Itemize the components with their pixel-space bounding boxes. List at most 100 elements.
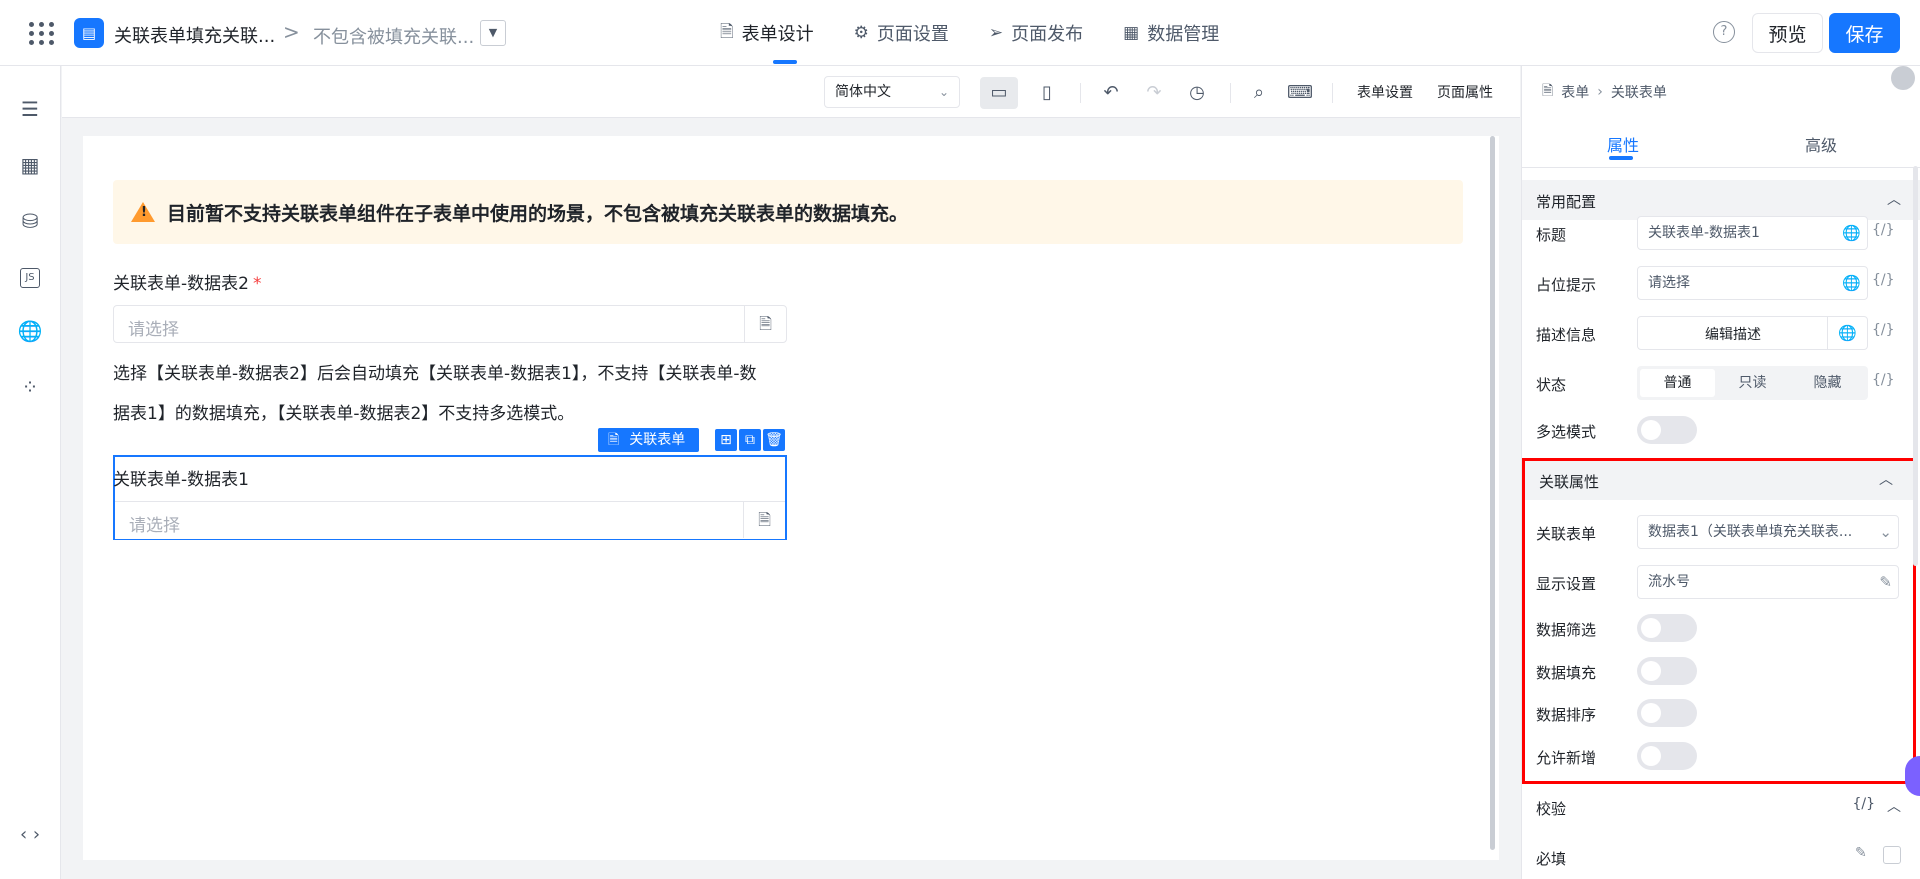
selected-component[interactable]: 关联表单-数据表1 请选择 🗎 — [113, 455, 787, 540]
copy-component-icon[interactable]: ⧉ — [739, 429, 761, 451]
language-select[interactable]: 简体中文 ⌄ — [824, 76, 960, 108]
breadcrumb: 🗎 表单 › 关联表单 — [1542, 80, 1667, 104]
panel-tabs: 属性 高级 — [1522, 118, 1920, 168]
toolbar-divider — [1230, 83, 1231, 103]
plugins-icon[interactable]: ⁘ — [17, 374, 43, 400]
globe-icon[interactable]: 🌐 — [1842, 217, 1861, 249]
page-properties-button[interactable]: 页面属性 — [1437, 82, 1493, 102]
save-button[interactable]: 保存 — [1829, 13, 1900, 53]
tab-label: 表单设计 — [741, 24, 814, 45]
keyboard-icon[interactable]: ⌨ — [1281, 77, 1319, 109]
components-grid-icon[interactable]: ▦ — [17, 152, 43, 178]
variable-binding-icon[interactable]: {/} — [1852, 796, 1875, 812]
redo-icon[interactable]: ↷ — [1135, 77, 1173, 109]
section-validation[interactable]: 校验 {/} ︿ — [1522, 787, 1920, 827]
data-source-icon[interactable]: ⛁ — [17, 208, 43, 234]
app-name[interactable]: 关联表单填充关联... — [114, 22, 275, 48]
toolbar-divider — [1332, 83, 1333, 103]
panel-scrollbar[interactable] — [1913, 166, 1918, 566]
select-placeholder: 请选择 — [128, 320, 179, 340]
variable-binding-icon[interactable]: {/} — [1872, 372, 1895, 388]
edit-description-button[interactable]: 编辑描述 🌐 — [1637, 316, 1868, 350]
status-label: 状态 — [1536, 376, 1567, 394]
placeholder-input[interactable]: 请选择 🌐 — [1637, 266, 1868, 300]
canvas-scrollbar[interactable] — [1490, 136, 1495, 850]
history-icon[interactable]: ◷ — [1178, 77, 1216, 109]
form-canvas: ! 目前暂不支持关联表单组件在子表单中使用的场景，不包含被填充关联表单的数据填充… — [83, 136, 1499, 860]
field-label-text: 关联表单-数据表2 — [113, 274, 249, 294]
required-checkbox[interactable] — [1883, 846, 1901, 864]
section-title: 校验 — [1536, 800, 1567, 818]
mobile-view-icon[interactable]: ▯ — [1028, 77, 1066, 109]
description-label: 描述信息 — [1536, 326, 1597, 344]
file-icon: 🗎 — [608, 432, 620, 448]
tab-data-management[interactable]: ▦ 数据管理 — [1103, 0, 1239, 66]
globe-icon[interactable]: 🌐 — [1827, 317, 1867, 349]
description-line: 选择【关联表单-数据表2】后会自动填充【关联表单-数据表1】，不支持【关联表单-… — [113, 364, 757, 384]
section-title: 常用配置 — [1536, 193, 1597, 211]
variable-binding-icon[interactable]: {/} — [1872, 222, 1895, 238]
status-segmented-control: 普通 只读 隐藏 — [1637, 366, 1868, 400]
document-icon[interactable]: 🗎 — [743, 502, 785, 538]
main-nav-tabs: 🗎 表单设计 ⚙ 页面设置 ➢ 页面发布 ▦ 数据管理 — [700, 0, 1239, 66]
assistant-float-button[interactable] — [1905, 756, 1920, 796]
field-label-table2: 关联表单-数据表2 * — [113, 269, 261, 294]
outline-tree-icon[interactable]: ☰ — [17, 96, 43, 122]
variable-binding-icon[interactable]: {/} — [1872, 272, 1895, 288]
js-icon[interactable]: JS — [20, 268, 40, 288]
tab-form-design[interactable]: 🗎 表单设计 — [700, 0, 834, 66]
status-readonly-option[interactable]: 只读 — [1715, 369, 1790, 397]
placeholder-value: 请选择 — [1648, 275, 1690, 291]
breadcrumb-item[interactable]: 表单 — [1561, 82, 1589, 102]
page-dropdown-button[interactable]: ▼ — [480, 20, 506, 46]
file-icon: 🗎 — [720, 21, 734, 42]
tab-advanced[interactable]: 高级 — [1805, 132, 1837, 156]
title-input[interactable]: 关联表单-数据表1 🌐 — [1637, 216, 1868, 250]
help-icon[interactable]: ? — [1713, 21, 1735, 43]
status-normal-option[interactable]: 普通 — [1640, 369, 1715, 397]
field-label-table1: 关联表单-数据表1 — [113, 470, 249, 490]
edit-icon[interactable]: ✎ — [1855, 845, 1867, 861]
toolbar-divider — [1080, 83, 1081, 103]
properties-panel: 🗎 表单 › 关联表单 属性 高级 常用配置 ︿ 标题 关联表单-数据表1 🌐 … — [1521, 66, 1920, 879]
related-form-select-table2[interactable]: 请选择 🗎 — [113, 305, 787, 343]
file-icon: 🗎 — [1542, 83, 1554, 99]
select-placeholder: 请选择 — [129, 516, 180, 536]
add-component-icon[interactable]: ⊞ — [715, 429, 737, 451]
form-settings-button[interactable]: 表单设置 — [1357, 82, 1413, 102]
status-hidden-option[interactable]: 隐藏 — [1790, 369, 1865, 397]
design-toolbar: 简体中文 ⌄ ▭ ▯ ↶ ↷ ◷ ⌕ ⌨ 表单设置 页面属性 new — [62, 66, 1580, 118]
avatar[interactable] — [1891, 66, 1915, 90]
multi-select-toggle[interactable] — [1637, 416, 1697, 444]
preview-button[interactable]: 预览 — [1752, 13, 1823, 53]
warning-icon: ! — [131, 202, 155, 222]
tab-page-publish[interactable]: ➢ 页面发布 — [969, 0, 1103, 66]
required-label: 必填 — [1536, 850, 1567, 868]
tab-properties[interactable]: 属性 — [1607, 132, 1639, 156]
alert-text: 目前暂不支持关联表单组件在子表单中使用的场景，不包含被填充关联表单的数据填充。 — [167, 202, 909, 225]
breadcrumb-item: 关联表单 — [1610, 85, 1667, 101]
tab-page-settings[interactable]: ⚙ 页面设置 — [834, 0, 969, 66]
highlight-box — [1522, 458, 1916, 784]
apps-grid-icon[interactable] — [26, 19, 54, 47]
related-form-select-table1[interactable]: 请选择 🗎 — [115, 501, 785, 539]
send-icon: ➢ — [988, 23, 1004, 43]
top-bar: ▤ 关联表单填充关联... > 不包含被填充关联... ▼ 🗎 表单设计 ⚙ 页… — [0, 0, 1920, 66]
section-common-config[interactable]: 常用配置 ︿ — [1522, 180, 1920, 220]
globe-icon[interactable]: 🌐 — [17, 318, 43, 344]
left-sidebar: ☰ ▦ ⛁ JS 🌐 ⁘ ‹ › — [0, 66, 61, 879]
globe-icon[interactable]: 🌐 — [1842, 267, 1861, 299]
breadcrumb-separator: > — [283, 20, 300, 44]
code-view-icon[interactable]: ‹ › — [17, 822, 43, 848]
search-icon[interactable]: ⌕ — [1240, 77, 1278, 109]
component-type-tag[interactable]: 🗎 关联表单 — [598, 428, 700, 452]
tab-label: 数据管理 — [1147, 24, 1220, 45]
page-name[interactable]: 不包含被填充关联... — [313, 23, 474, 49]
undo-icon[interactable]: ↶ — [1092, 77, 1130, 109]
desktop-view-icon[interactable]: ▭ — [980, 77, 1018, 109]
language-value: 简体中文 — [835, 84, 891, 100]
delete-component-icon[interactable]: 🗑 — [763, 429, 785, 451]
variable-binding-icon[interactable]: {/} — [1872, 322, 1895, 338]
document-icon[interactable]: 🗎 — [744, 306, 786, 342]
chevron-up-icon: ︿ — [1887, 799, 1901, 815]
